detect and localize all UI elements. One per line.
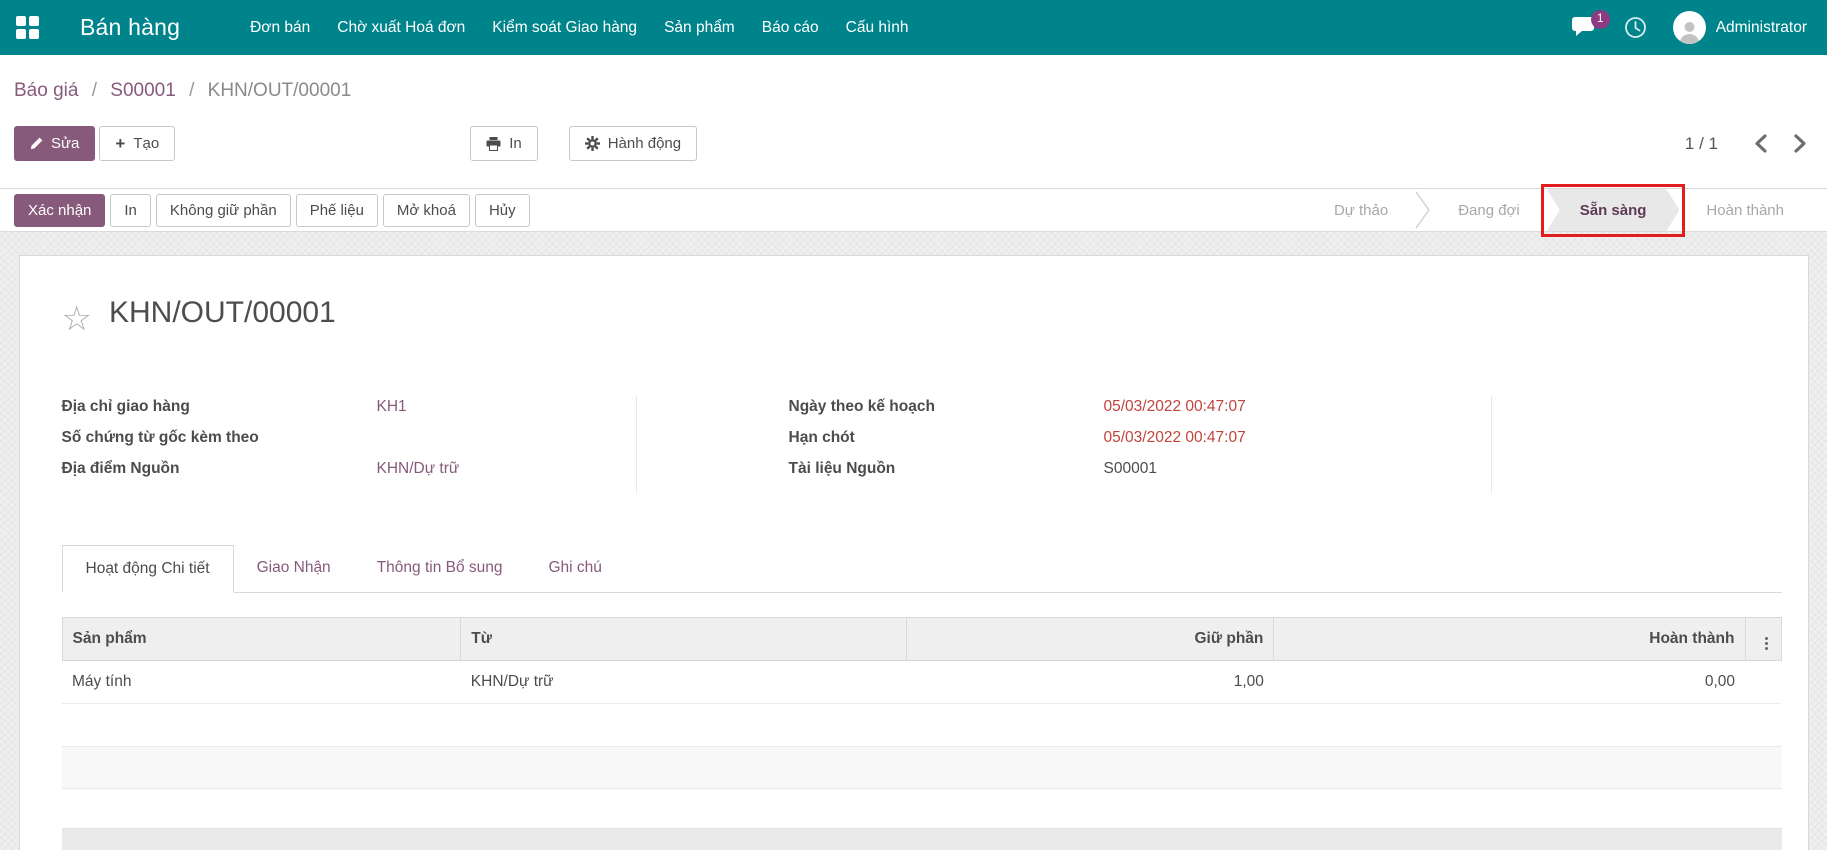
confirm-button[interactable]: Xác nhận — [14, 193, 106, 227]
menu-item-san-pham[interactable]: Sản phẩm — [664, 19, 735, 37]
pencil-icon — [30, 137, 43, 150]
operations-table: Sản phẩm Từ Giữ phần Hoàn thành Máy tính… — [61, 617, 1782, 850]
cell-from: KHN/Dự trữ — [460, 660, 907, 704]
optional-columns-icon[interactable] — [1762, 636, 1771, 651]
print-button-label: In — [509, 135, 522, 152]
menu-item-kiem-soat-giao-hang[interactable]: Kiểm soát Giao hàng — [492, 19, 637, 37]
field-value-scheduled-date: 05/03/2022 00:47:07 — [1103, 398, 1246, 415]
menu-item-cau-hinh[interactable]: Cấu hình — [846, 19, 909, 37]
tab-giao-nhan[interactable]: Giao Nhận — [234, 545, 354, 592]
app-name[interactable]: Bán hàng — [80, 14, 180, 41]
field-label-so-chung-tu: Số chứng từ gốc kèm theo — [61, 429, 259, 446]
menu-item-bao-cao[interactable]: Báo cáo — [762, 19, 819, 37]
stage-separator-icon — [1415, 189, 1431, 231]
gear-icon — [584, 136, 600, 151]
column-header-reserved: Giữ phần — [905, 617, 1275, 661]
form-view-background: ☆ KHN/OUT/00001 Địa chỉ giao hàng KH1 Số… — [0, 232, 1827, 850]
breadcrumb-current: KHN/OUT/00001 — [207, 80, 352, 101]
cell-product: Máy tính — [62, 660, 461, 704]
field-label-tai-lieu-nguon: Tài liệu Nguồn — [788, 460, 896, 477]
unlock-button[interactable]: Mở khoá — [382, 193, 470, 227]
unlock-button-label: Mở khoá — [396, 201, 456, 219]
breadcrumb-link-s00001[interactable]: S00001 — [110, 80, 176, 101]
form-sheet: ☆ KHN/OUT/00001 Địa chỉ giao hàng KH1 Số… — [18, 255, 1809, 850]
printer-icon — [486, 136, 501, 151]
field-label-dia-chi-giao-hang: Địa chỉ giao hàng — [61, 398, 190, 415]
empty-row — [61, 704, 1782, 746]
pager-previous-icon[interactable] — [1754, 134, 1767, 153]
field-label-han-chot: Hạn chót — [788, 429, 855, 446]
navbar-systray: 1 Administrator — [1571, 9, 1807, 44]
statusbar: Xác nhận In Không giữ phần Phế liệu Mở k… — [0, 184, 1827, 237]
messages-icon[interactable]: 1 — [1571, 9, 1610, 39]
activities-clock-icon[interactable] — [1624, 16, 1647, 39]
plus-icon: + — [115, 134, 126, 153]
empty-row — [61, 788, 1782, 828]
breadcrumb-separator: / — [91, 80, 98, 101]
column-header-from: Từ — [460, 617, 907, 661]
stage-du-thao[interactable]: Dự thảo — [1307, 189, 1415, 231]
table-row[interactable]: Máy tính KHN/Dự trữ 1,00 0,00 — [62, 660, 1781, 704]
user-menu[interactable]: Administrator — [1672, 11, 1807, 44]
top-navbar: Bán hàng Đơn bán Chờ xuất Hoá đơn Kiểm s… — [0, 0, 1827, 55]
stage-pipeline: Dự thảo Đang đợi Sẵn sàng Hoàn thành — [1307, 184, 1827, 237]
cell-options — [1745, 660, 1781, 704]
create-button[interactable]: + Tạo — [99, 126, 176, 161]
cancel-button-label: Hủy — [488, 201, 516, 219]
stage-san-sang-active[interactable]: Sẵn sàng — [1547, 189, 1680, 231]
stage-hoan-thanh[interactable]: Hoàn thành — [1679, 189, 1811, 231]
control-panel-toolbar: Sửa + Tạo In Hành động 1 / 1 — [0, 104, 1827, 188]
print-statusbar-button[interactable]: In — [110, 193, 151, 227]
table-header-row: Sản phẩm Từ Giữ phần Hoàn thành — [61, 617, 1782, 661]
field-value-partner[interactable]: KH1 — [377, 396, 407, 427]
table-footer-band — [61, 828, 1782, 850]
column-header-done: Hoàn thành — [1273, 617, 1746, 661]
cell-done: 0,00 — [1273, 660, 1745, 704]
pager-next-icon[interactable] — [1794, 134, 1807, 153]
field-label-dia-diem-nguon: Địa điểm Nguồn — [61, 460, 180, 477]
pager: 1 / 1 — [1685, 134, 1807, 154]
favorite-star-icon[interactable]: ☆ — [62, 302, 92, 336]
main-menu: Đơn bán Chờ xuất Hoá đơn Kiểm soát Giao … — [250, 19, 908, 37]
scrap-button[interactable]: Phế liệu — [295, 193, 378, 227]
field-label-ngay-theo-ke-hoach: Ngày theo kế hoạch — [788, 398, 935, 415]
create-button-label: Tạo — [133, 135, 160, 152]
breadcrumb-link-bao-gia[interactable]: Báo giá — [14, 80, 78, 101]
notebook-tabs: Hoạt động Chi tiết Giao Nhận Thông tin B… — [61, 545, 1782, 593]
menu-item-don-ban[interactable]: Đơn bán — [250, 19, 310, 37]
stage-dang-doi[interactable]: Đang đợi — [1431, 189, 1547, 231]
cancel-button[interactable]: Hủy — [474, 193, 530, 227]
unreserve-button-label: Không giữ phần — [169, 201, 277, 219]
scrap-button-label: Phế liệu — [309, 201, 364, 219]
menu-item-cho-xuat-hoa-don[interactable]: Chờ xuất Hoá đơn — [337, 19, 465, 37]
confirm-button-label: Xác nhận — [28, 201, 92, 219]
tab-thong-tin-bo-sung[interactable]: Thông tin Bổ sung — [354, 545, 526, 592]
empty-row — [61, 746, 1782, 788]
pager-value: 1 / 1 — [1684, 133, 1718, 153]
field-groups: Địa chỉ giao hàng KH1 Số chứng từ gốc kè… — [62, 396, 1782, 493]
print-statusbar-label: In — [124, 201, 137, 219]
field-value-deadline: 05/03/2022 00:47:07 — [1103, 429, 1246, 446]
user-name: Administrator — [1715, 18, 1807, 36]
breadcrumb-separator: / — [189, 80, 195, 101]
record-title: KHN/OUT/00001 — [108, 296, 336, 329]
avatar — [1672, 11, 1706, 44]
cell-reserved: 1,00 — [906, 660, 1274, 704]
tab-hoat-dong-chi-tiet[interactable]: Hoạt động Chi tiết — [61, 545, 234, 593]
field-value-source-document: S00001 — [1103, 460, 1157, 477]
message-count-badge: 1 — [1590, 9, 1610, 29]
action-button-label: Hành động — [607, 135, 682, 152]
field-value-source-location[interactable]: KHN/Dự trữ — [377, 458, 460, 489]
edit-button[interactable]: Sửa — [14, 126, 96, 161]
column-header-product: Sản phẩm — [61, 617, 462, 661]
print-button[interactable]: In — [470, 126, 538, 161]
apps-menu-icon[interactable] — [16, 15, 40, 40]
action-button[interactable]: Hành động — [568, 126, 698, 161]
breadcrumb: Báo giá / S00001 / KHN/OUT/00001 — [0, 55, 1827, 104]
tab-ghi-chu[interactable]: Ghi chú — [526, 545, 625, 592]
edit-button-label: Sửa — [51, 135, 80, 152]
unreserve-button[interactable]: Không giữ phần — [155, 193, 291, 227]
column-header-options — [1744, 617, 1782, 661]
